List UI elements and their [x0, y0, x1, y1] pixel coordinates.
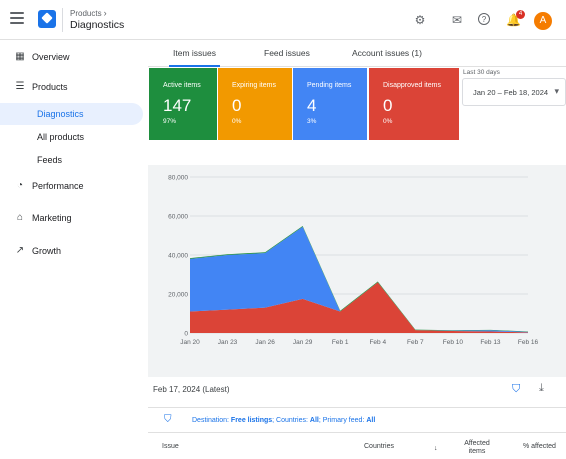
breadcrumb[interactable]: Products › [70, 8, 107, 18]
chart-svg: 80,000 60,000 40,000 20,000 0Jan 20 Jan 23 Jan… [168, 175, 539, 347]
sidebar-item-label: Overview [32, 52, 70, 62]
date-range-label: Last 30 days [463, 69, 500, 76]
filter-countries-value: All [309, 417, 319, 424]
x-tick-label: Feb 7 [407, 339, 424, 346]
sidebar-item-growth[interactable]: ↗ Growth [0, 240, 148, 262]
sidebar-item-label: All products [37, 132, 85, 142]
card-title: Expiring items [232, 82, 276, 89]
column-header-issue[interactable]: Issue [162, 443, 179, 450]
page-title: Diagnostics [70, 19, 125, 31]
filter-summary[interactable]: Destination: Free listings; Countries: A… [192, 417, 375, 424]
top-app-bar: Products › Diagnostics ⚙ ✉ ? 🔔 4 A [0, 0, 566, 40]
card-value: 0 [232, 96, 242, 115]
y-tick-label: 80,000 [168, 175, 188, 182]
y-tick-label: 20,000 [168, 292, 188, 299]
sidebar-item-label: Feeds [37, 155, 63, 165]
disapproved-items-card[interactable]: Disapproved items 0 0% [369, 68, 459, 140]
card-title: Disapproved items [383, 82, 441, 89]
products-icon: ☰ [15, 81, 25, 92]
sidebar-item-diagnostics[interactable]: Diagnostics [0, 103, 143, 125]
tab-bar: Item issues Feed issues Account issues (… [148, 40, 566, 67]
filter-destination-label: Destination: [192, 417, 229, 424]
sidebar-item-label: Products [32, 82, 68, 92]
column-header-percent-affected[interactable]: % affected [523, 443, 556, 450]
avatar[interactable]: A [534, 12, 552, 30]
performance-icon: ◔ [16, 180, 24, 191]
report-date[interactable]: Feb 17, 2024 (Latest) [153, 385, 230, 394]
sidebar-item-products[interactable]: ☰ Products [0, 76, 148, 98]
sidebar-item-label: Growth [32, 246, 62, 256]
marketing-icon: ⌂ [16, 212, 24, 223]
sidebar-item-label: Performance [32, 181, 84, 191]
sidebar-item-label: Diagnostics [37, 109, 84, 119]
header-divider [62, 8, 63, 32]
filter-icon[interactable]: ⛉ [164, 414, 172, 425]
x-tick-label: Jan 20 [180, 339, 200, 346]
active-items-card[interactable]: Active items 147 97% [149, 68, 217, 140]
y-tick-label: 0 [184, 331, 188, 338]
sort-arrow-icon[interactable]: ↓ [434, 445, 438, 452]
tab-item-issues[interactable]: Item issues [169, 48, 220, 67]
tab-feed-issues[interactable]: Feed issues [264, 48, 310, 58]
filter-feed-label: ; Primary feed: [318, 417, 365, 424]
breadcrumb-products[interactable]: Products [70, 9, 102, 18]
sidebar-item-performance[interactable]: ◔ Performance [0, 175, 148, 197]
mail-icon[interactable]: ✉ [450, 13, 464, 27]
card-percent: 3% [307, 118, 317, 125]
filter-icon[interactable]: ⛉ [512, 383, 520, 396]
overview-icon: ▦ [15, 51, 25, 62]
x-tick-label: Feb 16 [518, 339, 539, 346]
x-tick-label: Jan 23 [218, 339, 238, 346]
date-range-value: Jan 20 – Feb 18, 2024 [473, 88, 549, 97]
x-tick-label: Feb 4 [369, 339, 386, 346]
item-status-chart: 80,000 60,000 40,000 20,000 0 Jan 20 Jan 23 Jan… [148, 165, 566, 377]
dropdown-arrow-icon: ▾ [554, 86, 559, 96]
sidebar-item-feeds[interactable]: Feeds [0, 149, 148, 171]
tab-account-issues[interactable]: Account issues (1) [352, 48, 422, 58]
filter-feed-value: All [366, 417, 376, 424]
y-tick-label: 40,000 [168, 253, 188, 260]
x-tick-label: Feb 1 [332, 339, 349, 346]
y-tick-label: 60,000 [168, 214, 188, 221]
settings-icon[interactable]: ⚙ [413, 13, 427, 27]
card-value: 0 [383, 96, 393, 115]
notification-badge: 4 [516, 10, 525, 19]
download-icon[interactable]: ⤓ [539, 382, 544, 395]
card-title: Active items [163, 82, 201, 89]
card-percent: 97% [163, 118, 177, 125]
expiring-items-card[interactable]: Expiring items 0 0% [218, 68, 292, 140]
filter-destination-value: Free listings [230, 417, 273, 424]
sidebar-item-label: Marketing [32, 213, 72, 223]
card-value: 4 [307, 96, 317, 115]
x-tick-label: Feb 13 [480, 339, 501, 346]
filter-countries-label: ; Countries: [272, 417, 308, 424]
x-tick-label: Feb 10 [443, 339, 464, 346]
filter-bar[interactable]: ⛉ Destination: Free listings; Countries:… [148, 407, 566, 433]
main-content: Item issues Feed issues Account issues (… [148, 40, 566, 459]
sidebar-item-overview[interactable]: ▦ Overview [0, 46, 148, 68]
growth-icon: ↗ [15, 245, 25, 256]
sidebar-item-marketing[interactable]: ⌂ Marketing [0, 207, 148, 229]
menu-icon[interactable] [10, 12, 24, 26]
sidebar-item-all-products[interactable]: All products [0, 126, 148, 148]
help-icon[interactable]: ? [478, 13, 490, 25]
x-tick-label: Jan 29 [293, 339, 313, 346]
x-tick-label: Jan 26 [255, 339, 275, 346]
column-header-countries[interactable]: Countries [364, 443, 394, 450]
card-title: Pending items [307, 82, 352, 89]
chevron-right-icon: › [103, 8, 107, 18]
column-header-affected-items[interactable]: Affected items [462, 440, 492, 456]
merchant-center-logo[interactable] [38, 10, 56, 28]
date-range-picker[interactable]: Jan 20 – Feb 18, 2024 ▾ [462, 78, 566, 106]
pending-items-card[interactable]: Pending items 4 3% [293, 68, 367, 140]
card-percent: 0% [383, 118, 393, 125]
sidebar: ▦ Overview ☰ Products Diagnostics All pr… [0, 40, 148, 459]
card-percent: 0% [232, 118, 242, 125]
card-value: 147 [163, 96, 192, 115]
